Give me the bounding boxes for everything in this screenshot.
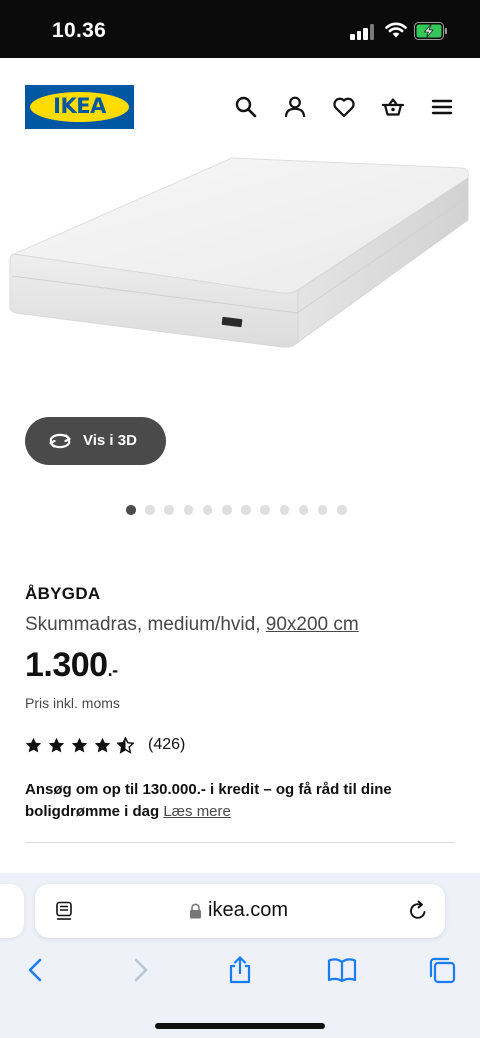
star-icon	[71, 737, 88, 752]
tabs-icon[interactable]	[428, 956, 456, 984]
star-icon	[117, 736, 134, 754]
carousel-dot[interactable]	[260, 505, 270, 515]
heart-icon[interactable]	[332, 95, 356, 119]
product-rating[interactable]: (426)	[25, 735, 185, 755]
carousel-dot[interactable]	[241, 505, 251, 515]
product-name: ÅBYGDA	[25, 584, 101, 603]
address-bar[interactable]: ikea.com	[35, 884, 445, 938]
carousel-dot[interactable]	[145, 505, 155, 515]
bookmarks-icon[interactable]	[327, 956, 357, 984]
carousel-dot[interactable]	[279, 505, 290, 515]
product-price: 1.300.-	[25, 646, 118, 685]
read-more-link[interactable]: Læs mere	[163, 803, 231, 820]
size-link[interactable]: 90x200 cm	[266, 614, 359, 635]
review-count[interactable]: (426)	[148, 736, 185, 754]
forward-icon[interactable]	[126, 956, 154, 984]
browser-bottom-bar: ikea.com	[0, 873, 480, 1038]
product-description-text: Skummadras, medium/hvid,	[25, 614, 266, 635]
status-time: 10.36	[52, 19, 107, 42]
rotate-3d-icon	[49, 433, 71, 449]
status-bar: 10.36	[0, 0, 480, 58]
url-text: ikea.com	[208, 899, 289, 921]
vat-note: Pris inkl. moms	[25, 695, 120, 711]
credit-banner: Ansøg om op til 130.000.- i kredit – og …	[25, 779, 445, 823]
view-3d-label: Vis i 3D	[83, 432, 137, 449]
carousel-dot[interactable]	[164, 505, 174, 515]
reload-icon[interactable]	[407, 900, 429, 922]
star-icon	[48, 737, 65, 752]
previous-tab-preview[interactable]	[0, 884, 24, 938]
divider	[25, 842, 455, 843]
product-description: Skummadras, medium/hvid, 90x200 cm	[25, 614, 359, 636]
carousel-dot[interactable]	[221, 505, 232, 515]
carousel-dot[interactable]	[337, 505, 347, 515]
back-icon[interactable]	[22, 956, 50, 984]
profile-icon[interactable]	[283, 95, 307, 119]
carousel-dot[interactable]	[202, 505, 213, 515]
lock-icon	[190, 903, 201, 919]
price-main: 1.300	[25, 646, 108, 684]
view-3d-button[interactable]: Vis i 3D	[25, 417, 166, 465]
carousel-dot[interactable]	[126, 505, 136, 515]
menu-icon[interactable]	[430, 95, 454, 119]
star-icon	[94, 737, 111, 752]
rating-stars	[25, 736, 140, 754]
reader-page-icon[interactable]	[55, 901, 75, 921]
home-indicator	[155, 1023, 325, 1029]
carousel-dot[interactable]	[298, 505, 309, 515]
product-image-mattress[interactable]	[0, 150, 480, 380]
carousel-dot[interactable]	[183, 505, 194, 515]
price-decimal: .-	[107, 660, 119, 680]
star-icon	[25, 737, 42, 752]
carousel-dots[interactable]	[126, 505, 347, 515]
site-header: IKEA	[0, 58, 480, 156]
wifi-icon	[385, 22, 407, 38]
basket-icon[interactable]	[381, 95, 405, 119]
share-icon[interactable]	[226, 956, 254, 984]
logo-text: IKEA	[53, 94, 106, 118]
search-icon[interactable]	[234, 95, 258, 119]
battery-charging-icon	[414, 22, 447, 40]
cellular-signal-icon	[350, 24, 376, 40]
ikea-logo[interactable]: IKEA	[25, 85, 134, 129]
carousel-dot[interactable]	[317, 505, 328, 515]
